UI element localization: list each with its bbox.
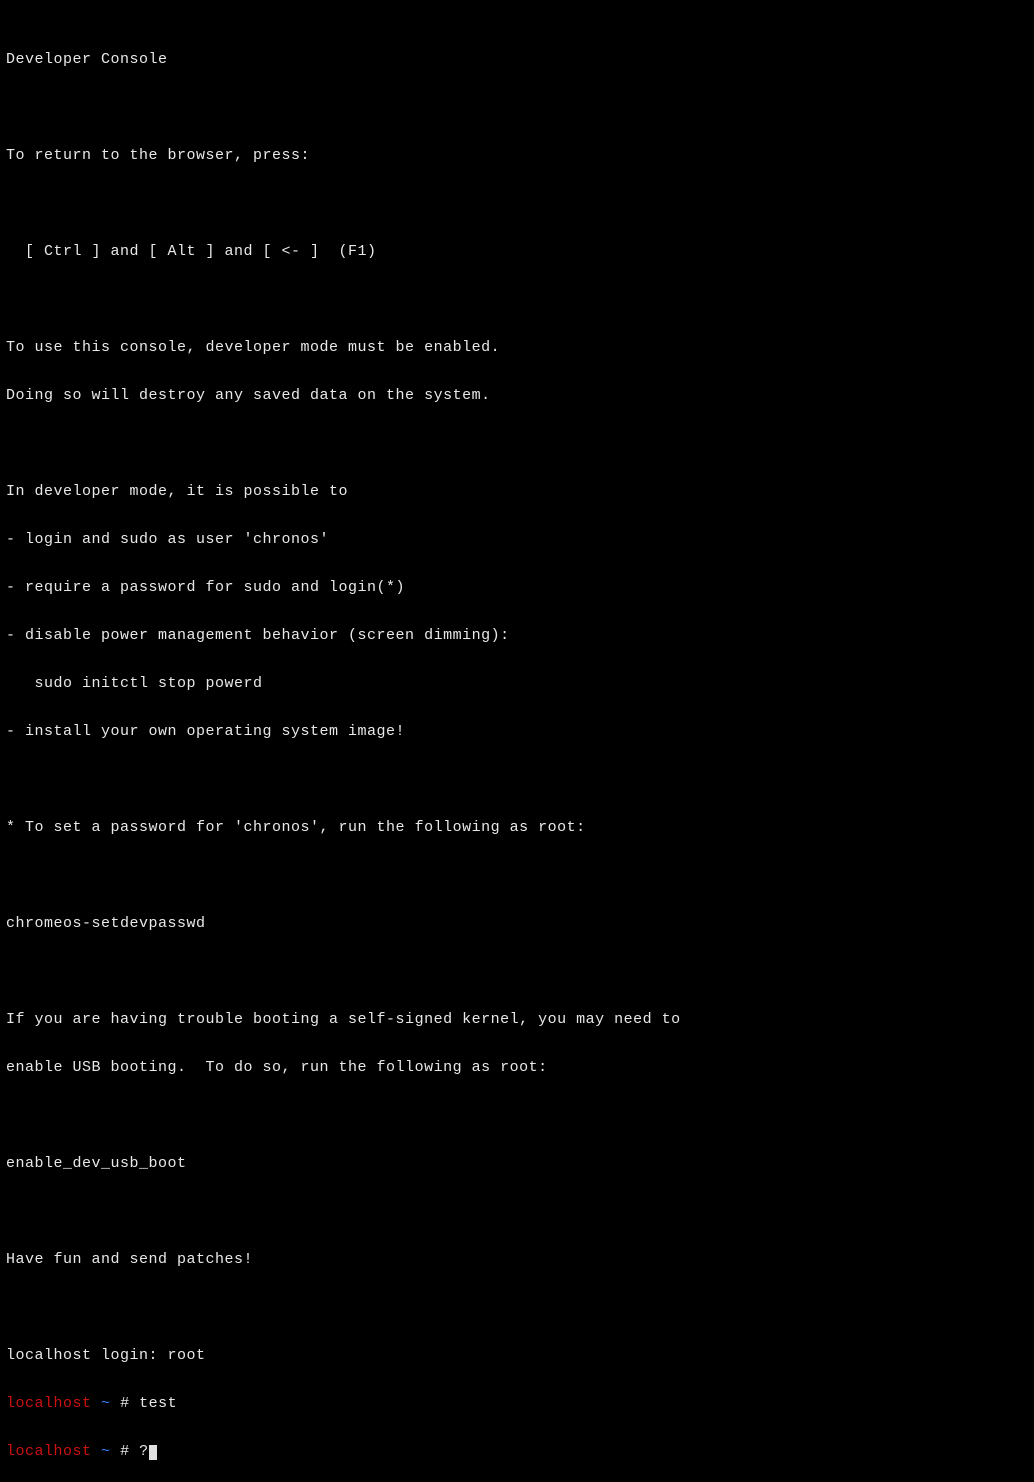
cmd-input-2[interactable]: ? bbox=[139, 1443, 149, 1460]
usb-note-2: enable USB booting. To do so, run the fo… bbox=[6, 1060, 1028, 1076]
usb-cmd: enable_dev_usb_boot bbox=[6, 1156, 1028, 1172]
blank-line bbox=[6, 100, 1028, 116]
blank-line bbox=[6, 1204, 1028, 1220]
blank-line bbox=[6, 772, 1028, 788]
login-prompt: localhost login: root bbox=[6, 1348, 1028, 1364]
possible-item-3: - disable power management behavior (scr… bbox=[6, 628, 1028, 644]
cursor-block-icon bbox=[149, 1445, 157, 1460]
possible-item-3-cmd: sudo initctl stop powerd bbox=[6, 676, 1028, 692]
possible-item-1: - login and sudo as user 'chronos' bbox=[6, 532, 1028, 548]
console-header: Developer Console bbox=[6, 52, 1028, 68]
have-fun: Have fun and send patches! bbox=[6, 1252, 1028, 1268]
blank-line bbox=[6, 964, 1028, 980]
blank-line bbox=[6, 1108, 1028, 1124]
possible-item-2: - require a password for sudo and login(… bbox=[6, 580, 1028, 596]
blank-line bbox=[6, 436, 1028, 452]
prompt-hash: # bbox=[120, 1395, 130, 1412]
devmode-note-2: Doing so will destroy any saved data on … bbox=[6, 388, 1028, 404]
blank-line bbox=[6, 292, 1028, 308]
developer-console-terminal[interactable]: Developer Console To return to the brows… bbox=[0, 0, 1034, 1482]
prompt-hostname: localhost bbox=[6, 1395, 92, 1412]
devmode-note-1: To use this console, developer mode must… bbox=[6, 340, 1028, 356]
usb-note-1: If you are having trouble booting a self… bbox=[6, 1012, 1028, 1028]
shell-prompt-line-1: localhost ~ # test bbox=[6, 1396, 1028, 1412]
blank-line bbox=[6, 1300, 1028, 1316]
prompt-hash: # bbox=[120, 1443, 130, 1460]
prompt-path: ~ bbox=[101, 1443, 111, 1460]
password-cmd: chromeos-setdevpasswd bbox=[6, 916, 1028, 932]
prompt-hostname: localhost bbox=[6, 1443, 92, 1460]
blank-line bbox=[6, 868, 1028, 884]
possible-intro: In developer mode, it is possible to bbox=[6, 484, 1028, 500]
shell-prompt-line-2[interactable]: localhost ~ # ? bbox=[6, 1444, 1028, 1460]
prompt-path: ~ bbox=[101, 1395, 111, 1412]
cmd-input-1: test bbox=[139, 1395, 177, 1412]
possible-item-4: - install your own operating system imag… bbox=[6, 724, 1028, 740]
return-instruction: To return to the browser, press: bbox=[6, 148, 1028, 164]
blank-line bbox=[6, 196, 1028, 212]
return-keys: [ Ctrl ] and [ Alt ] and [ <- ] (F1) bbox=[6, 244, 1028, 260]
password-note: * To set a password for 'chronos', run t… bbox=[6, 820, 1028, 836]
